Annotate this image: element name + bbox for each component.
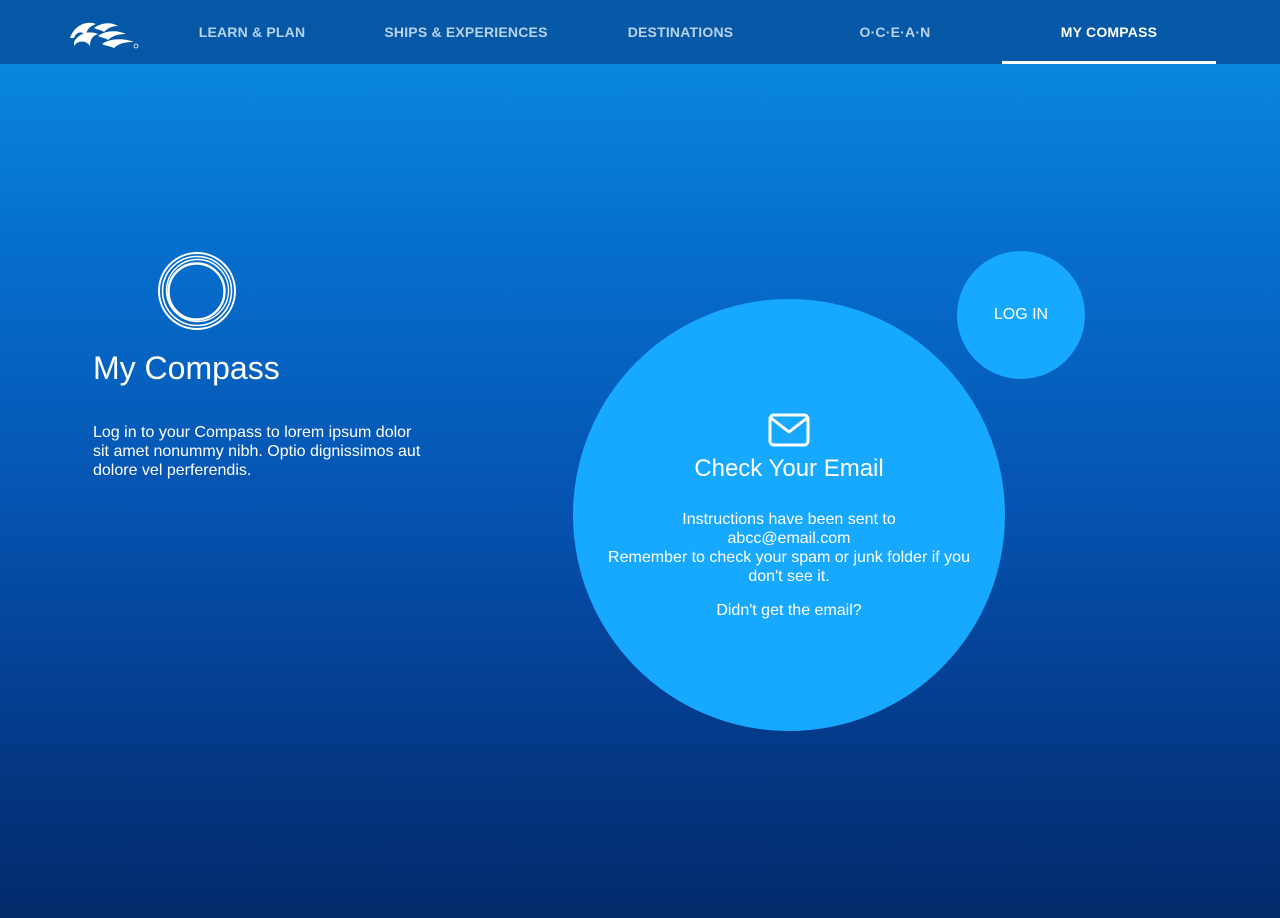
nav-item-my-compass[interactable]: MY COMPASS: [1002, 0, 1216, 64]
compass-ring-icon: [158, 252, 236, 330]
nav-item-ships-experiences[interactable]: SHIPS & EXPERIENCES: [359, 0, 573, 64]
nav-item-learn-plan[interactable]: LEARN & PLAN: [145, 0, 359, 64]
page: LEARN & PLAN SHIPS & EXPERIENCES DESTINA…: [0, 0, 1280, 918]
check-email-bubble: Check Your Email Instructions have been …: [573, 299, 1005, 731]
page-description: Log in to your Compass to lorem ipsum do…: [93, 424, 421, 479]
page-title: My Compass: [93, 350, 280, 386]
resend-email-link[interactable]: Didn't get the email?: [573, 601, 1005, 620]
active-nav-indicator: [1002, 61, 1216, 64]
nav-item-destinations[interactable]: DESTINATIONS: [573, 0, 788, 64]
princess-seawitch-logo-icon[interactable]: [68, 16, 140, 50]
check-email-message: Instructions have been sent to abcc@emai…: [597, 510, 981, 586]
check-email-title: Check Your Email: [694, 455, 884, 482]
spam-reminder-text: Remember to check your spam or junk fold…: [608, 549, 970, 585]
log-in-button[interactable]: LOG IN: [957, 251, 1085, 379]
nav-item-ocean[interactable]: O·C·E·A·N: [788, 0, 1002, 64]
envelope-icon: [768, 413, 810, 447]
top-nav: LEARN & PLAN SHIPS & EXPERIENCES DESTINA…: [0, 0, 1280, 64]
email-address: abcc@email.com: [727, 530, 851, 547]
instructions-sent-text: Instructions have been sent to: [682, 511, 896, 528]
